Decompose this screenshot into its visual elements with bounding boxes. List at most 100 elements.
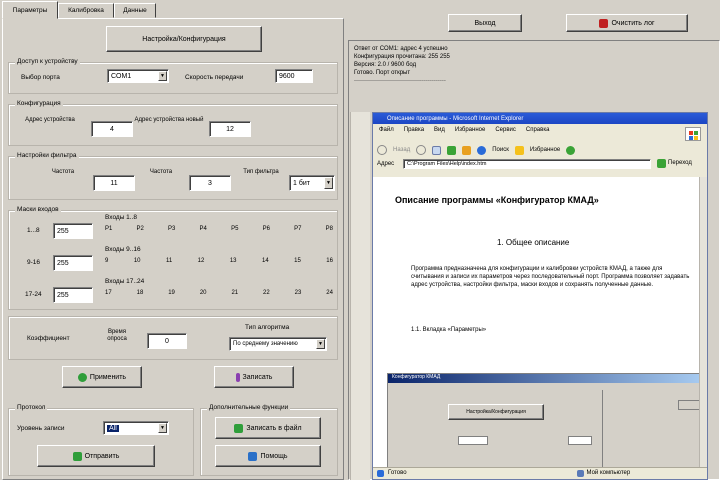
port-group: Доступ к устройству Выбор порта COM1 ▼ С… [8,58,338,94]
bit-check[interactable]: 9 [105,258,108,264]
menu-file[interactable]: Файл [379,127,394,133]
chevron-down-icon[interactable]: ▼ [316,339,325,349]
bit-check[interactable]: 10 [134,258,141,264]
go-button[interactable]: Переход [657,159,692,168]
bits-row-checks[interactable]: 17 18 19 20 21 22 23 24 [105,290,333,296]
filter1-input[interactable]: 11 [93,175,135,191]
bit-check[interactable]: 15 [294,258,301,264]
chevron-down-icon[interactable]: ▼ [158,423,167,433]
menu-help[interactable]: Справка [526,127,550,133]
menu-tools[interactable]: Сервис [495,127,516,133]
write-button[interactable]: Записать [214,366,294,388]
inner-field [568,436,592,445]
bit-check[interactable]: 12 [198,258,205,264]
bits-row-input[interactable]: 255 [53,223,93,239]
refresh-icon[interactable] [447,145,457,155]
config-group: Конфигурация Адрес устройства 4 Адрес ус… [8,100,338,146]
filter2-value: 3 [208,179,212,187]
tab-calibration[interactable]: Калибровка [58,3,114,18]
bit-check[interactable]: 22 [263,290,270,296]
algo-label: Тип алгоритма [245,324,290,331]
bit-check[interactable]: P7 [294,226,301,232]
bit-check[interactable]: P6 [263,226,270,232]
addr2-input[interactable]: 12 [209,121,251,137]
bits-group-title: Маски входов [15,206,61,213]
bits-row-value: 255 [57,227,69,235]
bit-check[interactable]: 14 [262,258,269,264]
address-label: Адрес [377,161,395,167]
stop-icon[interactable] [432,145,442,155]
log-line: Ответ от COM1: адрес 4 успешно [354,46,448,52]
filter3-label: Тип фильтра [243,169,279,175]
tab-label: Данные [123,7,147,14]
help-button[interactable]: Помощь [215,445,321,467]
bits-row-label: 17-24 [25,291,42,298]
port-label: Выбор порта [21,74,60,81]
home-icon[interactable] [462,145,472,155]
doc-scrollbar[interactable] [699,177,707,467]
clear-log-button[interactable]: Очистить лог [566,14,688,32]
port-combo[interactable]: COM1 ▼ [107,69,169,83]
inner-title-bar: Конфигуратор КМАД [388,374,700,383]
coef-input[interactable]: 0 [147,333,187,349]
addr-input[interactable]: 4 [91,121,133,137]
bit-check[interactable]: P3 [168,226,175,232]
send-button[interactable]: Отправить [37,445,155,467]
bit-check[interactable]: 23 [295,290,302,296]
bit-check[interactable]: 17 [105,290,112,296]
chevron-down-icon[interactable]: ▼ [324,177,333,189]
tab-label: Параметры [12,6,48,14]
forward-icon[interactable] [416,145,427,155]
bit-check[interactable]: 13 [230,258,237,264]
back-icon[interactable] [377,145,387,155]
bit-check[interactable]: P2 [137,226,144,232]
bit-check[interactable]: P4 [200,226,207,232]
apply-button[interactable]: Применить [62,366,142,388]
history-icon[interactable] [566,145,576,155]
address-input[interactable]: C:\Program Files\Help\index.htm [403,159,651,169]
algo-combo[interactable]: По среднему значению ▼ [229,337,327,351]
bit-check[interactable]: 11 [166,258,172,264]
bits-row-checks[interactable]: 9 10 11 12 13 14 15 16 [105,258,333,264]
tab-data[interactable]: Данные [114,3,156,18]
bit-check[interactable]: P1 [105,226,112,232]
star-icon[interactable] [514,145,524,155]
bits-row-value: 255 [57,291,69,299]
bits-row-checks[interactable]: P1 P2 P3 P4 P5 P6 P7 P8 [105,226,333,232]
speed-input[interactable]: 9600 [275,69,313,83]
port-value: COM1 [111,72,132,80]
menu-view[interactable]: Вид [434,127,445,133]
log-level-label: Уровень записи [17,425,65,432]
bit-check[interactable]: 18 [137,290,144,296]
menu-favorites[interactable]: Избранное [455,127,485,133]
addr-value: 4 [110,125,114,133]
coef-group: Коэффициент Время опроса 0 Тип алгоритма… [8,316,338,360]
chevron-down-icon[interactable]: ▼ [158,71,167,81]
log-scrollbar[interactable] [350,112,370,480]
log-level-combo[interactable]: All ▼ [103,421,169,435]
bit-check[interactable]: 21 [231,290,238,296]
bits-row-caption: Входы 9..16 [105,246,141,253]
bit-check[interactable]: 19 [168,290,175,296]
bits-row-input[interactable]: 255 [53,255,93,271]
search-icon[interactable] [477,145,487,155]
write-label: Записать [242,373,273,381]
bit-check[interactable]: P8 [326,226,333,232]
filter2-input[interactable]: 3 [189,175,231,191]
bit-check[interactable]: P5 [231,226,238,232]
bits-row-input[interactable]: 255 [53,287,93,303]
exit-button[interactable]: Выход [448,14,522,32]
address-value: C:\Program Files\Help\index.htm [407,161,487,167]
save-to-file-button[interactable]: Записать в файл [215,417,321,439]
browser-status-bar: Готово Мой компьютер [373,467,707,479]
menu-edit[interactable]: Правка [404,127,424,133]
bit-check[interactable]: 20 [200,290,207,296]
tab-parameters[interactable]: Параметры [2,1,58,19]
send-label: Отправить [84,452,120,460]
config-header-button[interactable]: Настройка/Конфигурация [106,26,262,52]
log-settings-title: Протокол [15,404,48,411]
bit-check[interactable]: 16 [326,258,333,264]
filter-type-combo[interactable]: 1 бит ▼ [289,175,335,191]
log-line: Версия: 2.0 / 9600 бод [354,62,417,68]
bit-check[interactable]: 24 [326,290,333,296]
